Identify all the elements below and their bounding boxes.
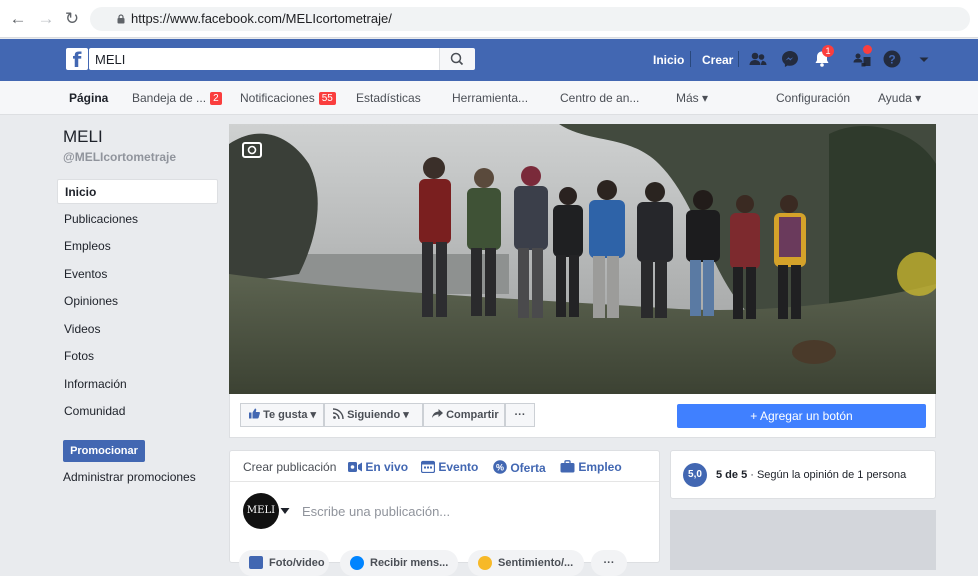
tab-create-post[interactable]: Crear publicación <box>243 460 336 474</box>
more-options-button[interactable]: ··· <box>505 403 535 427</box>
new-activity-dot-icon <box>863 45 872 54</box>
svg-text:?: ? <box>888 53 895 67</box>
chevron-down-icon[interactable] <box>280 507 290 515</box>
live-video-icon <box>348 462 362 472</box>
avatar[interactable]: MELI <box>243 493 279 529</box>
tab-notifications[interactable]: Notificaciones 55 <box>240 91 336 105</box>
follow-page-button[interactable]: Siguiendo ▾ <box>324 403 423 427</box>
tab-ad-center[interactable]: Centro de an... <box>560 91 639 105</box>
topbar-divider <box>738 51 739 67</box>
offer-percent-icon: % <box>493 460 507 474</box>
rating-score-badge: 5,0 <box>683 463 707 487</box>
help-icon[interactable]: ? <box>882 49 902 69</box>
share-button[interactable]: Compartir <box>423 403 505 427</box>
sidebar-item-about[interactable]: Información <box>57 372 218 397</box>
search-input[interactable] <box>89 48 439 70</box>
briefcase-icon <box>560 460 575 473</box>
sidebar-item-jobs[interactable]: Empleos <box>57 234 218 259</box>
rating-summary[interactable]: 5,0 5 de 5 · Según la opinión de 1 perso… <box>670 450 936 499</box>
page-username[interactable]: @MELIcortometraje <box>63 150 176 164</box>
tab-tools[interactable]: Herramienta... <box>452 91 528 105</box>
messenger-icon[interactable] <box>780 49 800 69</box>
facebook-logo-icon[interactable]: f <box>66 48 88 70</box>
thumbs-up-icon <box>249 408 260 419</box>
sidebar-item-reviews[interactable]: Opiniones <box>57 289 218 314</box>
tab-settings[interactable]: Configuración <box>776 91 850 105</box>
messenger-small-icon <box>350 556 364 570</box>
search-icon <box>450 52 464 66</box>
composer-more-button[interactable]: ··· <box>591 550 627 576</box>
url-text: https://www.facebook.com/MELIcortometraj… <box>131 11 392 26</box>
feeling-activity-button[interactable]: Sentimiento/... <box>468 550 584 576</box>
account-menu-chevron-down-icon[interactable] <box>914 49 934 69</box>
page-tabs-bar: Página Bandeja de ... 2 Notificaciones 55 … <box>0 81 978 115</box>
back-icon[interactable]: ← <box>8 9 28 29</box>
tab-more[interactable]: Más ▾ <box>676 91 708 105</box>
share-arrow-icon <box>432 409 443 418</box>
tab-live-video[interactable]: En vivo <box>348 460 408 474</box>
sidebar-item-home[interactable]: Inicio <box>57 179 218 204</box>
tab-job[interactable]: Empleo <box>560 460 622 474</box>
notifications-badge: 1 <box>822 45 834 57</box>
home-link[interactable]: Inicio <box>653 53 684 67</box>
get-messages-button[interactable]: Recibir mens... <box>340 550 458 576</box>
promote-button[interactable]: Promocionar <box>63 440 145 462</box>
lock-icon <box>117 14 125 24</box>
tab-insights[interactable]: Estadísticas <box>356 91 421 105</box>
tab-page[interactable]: Página <box>69 91 108 105</box>
smiley-icon <box>478 556 492 570</box>
create-link[interactable]: Crear <box>702 53 733 67</box>
search-button[interactable] <box>439 48 475 70</box>
cover-photo-image <box>229 124 936 394</box>
friend-requests-icon[interactable] <box>748 49 768 69</box>
tab-help[interactable]: Ayuda ▾ <box>878 91 921 105</box>
calendar-icon <box>420 460 436 474</box>
sidebar-placeholder-card <box>670 510 936 570</box>
manage-promotions-link[interactable]: Administrar promociones <box>63 470 196 484</box>
reload-icon[interactable]: ↻ <box>62 9 82 29</box>
composer-divider <box>230 481 659 482</box>
photo-video-button[interactable]: Foto/video <box>239 550 329 576</box>
sidebar-item-posts[interactable]: Publicaciones <box>57 207 218 232</box>
tab-event[interactable]: Evento <box>420 460 478 474</box>
rating-text: 5 de 5 · Según la opinión de 1 persona <box>716 469 907 481</box>
inbox-badge: 2 <box>210 92 222 105</box>
like-page-button[interactable]: Te gusta ▾ <box>240 403 324 427</box>
tab-inbox[interactable]: Bandeja de ... 2 <box>132 91 222 105</box>
sidebar-item-community[interactable]: Comunidad <box>57 399 218 424</box>
tab-offer[interactable]: % Oferta <box>493 460 546 475</box>
sidebar-item-videos[interactable]: Videos <box>57 317 218 342</box>
sidebar-item-events[interactable]: Eventos <box>57 262 218 287</box>
svg-text:%: % <box>496 463 504 473</box>
sidebar-item-photos[interactable]: Fotos <box>57 344 218 369</box>
page-title[interactable]: MELI <box>63 127 103 147</box>
add-button-cta[interactable]: + Agregar un botón <box>677 404 926 428</box>
forward-icon[interactable]: → <box>36 9 56 29</box>
post-composer: Crear publicación En vivo Evento % Ofert… <box>229 450 660 576</box>
rss-follow-icon <box>332 408 344 420</box>
post-composer-input[interactable]: Escribe una publicación... <box>302 504 450 519</box>
topbar-divider <box>690 51 691 67</box>
cover-photo[interactable] <box>229 124 936 394</box>
browser-toolbar: ← → ↻ https://www.facebook.com/MELIcorto… <box>0 0 978 38</box>
notifications-tab-badge: 55 <box>318 92 336 105</box>
